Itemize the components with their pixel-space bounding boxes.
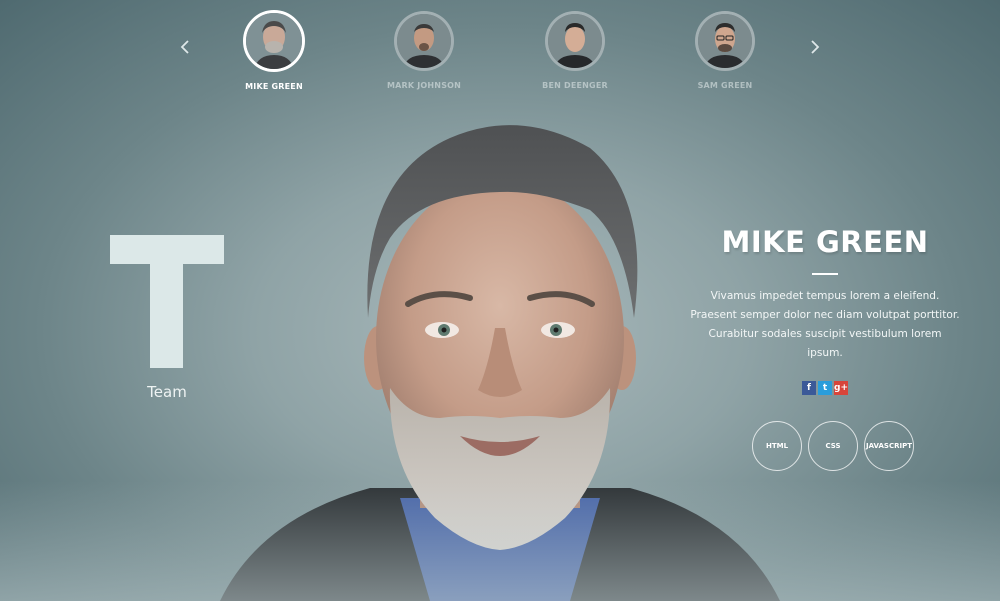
profile-name: MIKE GREEN <box>721 225 929 259</box>
chevron-left-icon <box>180 40 189 54</box>
carousel-item-name: MIKE GREEN <box>245 82 303 91</box>
skill-badge-javascript: JAVASCRIPT <box>864 421 914 471</box>
avatar <box>695 11 755 71</box>
social-links: f t g+ <box>690 381 960 395</box>
carousel-item-name: BEN DEENGER <box>542 81 608 90</box>
skill-badge-html: HTML <box>752 421 802 471</box>
avatar <box>394 11 454 71</box>
skill-badge-css: CSS <box>808 421 858 471</box>
carousel-prev-arrow-icon[interactable] <box>177 40 193 56</box>
profile-info: MIKE GREEN Vivamus impedet tempus lorem … <box>690 225 960 395</box>
profile-bio: Vivamus impedet tempus lorem a eleifend.… <box>690 290 960 359</box>
carousel-item-mike-green[interactable]: MIKE GREEN <box>214 10 334 91</box>
carousel-item-ben-deenger[interactable]: BEN DEENGER <box>515 11 635 90</box>
google-plus-icon[interactable]: g+ <box>834 381 848 395</box>
avatar <box>545 11 605 71</box>
twitter-icon[interactable]: t <box>818 381 832 395</box>
carousel-next-arrow-icon[interactable] <box>807 40 823 56</box>
carousel-item-name: SAM GREEN <box>697 81 753 90</box>
section-label: Team <box>147 383 187 401</box>
avatar <box>243 10 305 72</box>
carousel-item-mark-johnson[interactable]: MARK JOHNSON <box>364 11 484 90</box>
team-page: MIKE GREEN MARK JOHNSON BEN DEENGER SAM … <box>0 0 1000 601</box>
section-letter-logo <box>110 235 224 368</box>
carousel-item-name: MARK JOHNSON <box>386 81 462 90</box>
facebook-icon[interactable]: f <box>802 381 816 395</box>
chevron-right-icon <box>811 40 820 54</box>
team-carousel: MIKE GREEN MARK JOHNSON BEN DEENGER SAM … <box>0 0 1000 100</box>
skills-list: HTML CSS JAVASCRIPT <box>750 421 920 473</box>
carousel-item-sam-green[interactable]: SAM GREEN <box>665 11 785 90</box>
divider <box>812 273 838 275</box>
